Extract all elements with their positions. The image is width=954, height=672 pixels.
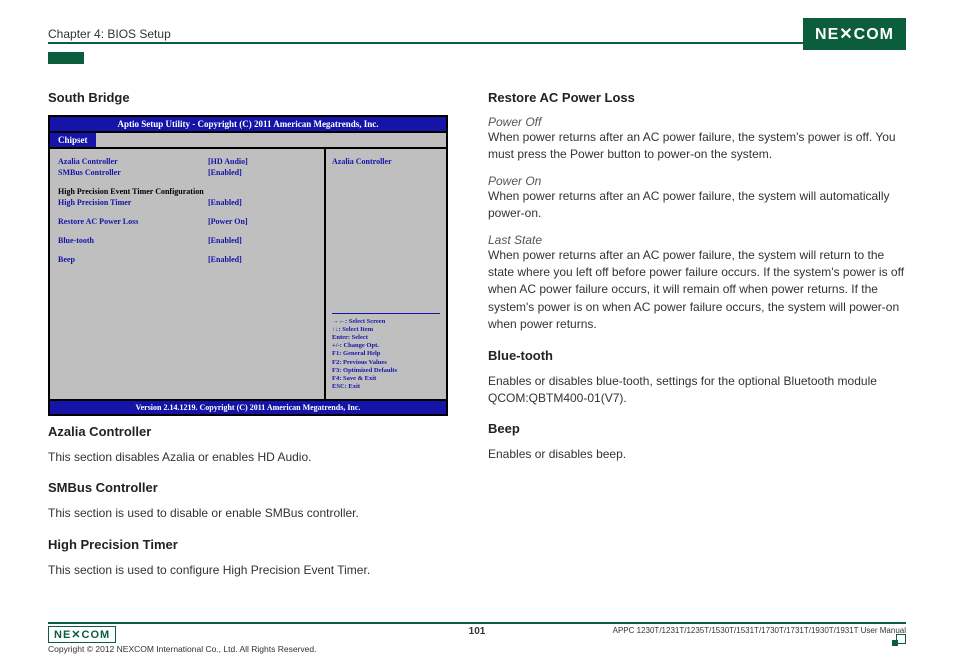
bios-row-label: Restore AC Power Loss: [58, 217, 208, 226]
chapter-title: Chapter 4: BIOS Setup: [48, 27, 171, 41]
bios-row-value: [Enabled]: [208, 168, 242, 177]
bios-settings-pane: Azalia Controller[HD Audio]SMBus Control…: [50, 149, 326, 399]
south-bridge-heading: South Bridge: [48, 90, 448, 105]
bios-help-line: →←: Select Screen: [332, 318, 440, 326]
bios-row: Azalia Controller[HD Audio]: [58, 157, 316, 166]
footer-logo: NE✕COM: [48, 626, 116, 643]
restore-subheading: Last State: [488, 233, 906, 247]
bios-row-value: [HD Audio]: [208, 157, 248, 166]
bios-row: High Precision Event Timer Configuration: [58, 187, 316, 196]
footer-copyright: Copyright © 2012 NEXCOM International Co…: [48, 644, 316, 654]
bios-row-value: [Enabled]: [208, 236, 242, 245]
bios-row-value: [Enabled]: [208, 255, 242, 264]
bios-tab-chipset: Chipset: [50, 133, 96, 147]
logo: NE✕COM: [803, 18, 906, 50]
bios-row: Beep[Enabled]: [58, 255, 316, 264]
bios-row-label: SMBus Controller: [58, 168, 208, 177]
beep-heading: Beep: [488, 421, 906, 436]
section-text: This section disables Azalia or enables …: [48, 449, 448, 466]
restore-subheading: Power On: [488, 174, 906, 188]
bios-row-label: Beep: [58, 255, 208, 264]
bios-help-keys: →←: Select Screen↑↓: Select ItemEnter: S…: [332, 313, 440, 391]
bios-row-value: [Enabled]: [208, 198, 242, 207]
bluetooth-heading: Blue-tooth: [488, 348, 906, 363]
bios-row-value: [Power On]: [208, 217, 248, 226]
section-text: This section is used to disable or enabl…: [48, 505, 448, 522]
page-number: 101: [469, 626, 486, 637]
bios-row-label: High Precision Timer: [58, 198, 208, 207]
green-tab: [48, 52, 84, 64]
bios-help-line: ESC: Exit: [332, 383, 440, 391]
bluetooth-text: Enables or disables blue-tooth, settings…: [488, 373, 906, 408]
restore-text: When power returns after an AC power fai…: [488, 247, 906, 334]
bios-row: High Precision Timer[Enabled]: [58, 198, 316, 207]
bios-help-pane: Azalia Controller →←: Select Screen↑↓: S…: [326, 149, 446, 399]
bios-title-bar: Aptio Setup Utility - Copyright (C) 2011…: [50, 117, 446, 133]
bios-help-line: +/-: Change Opt.: [332, 342, 440, 350]
restore-heading: Restore AC Power Loss: [488, 90, 906, 105]
bios-help-line: ↑↓: Select Item: [332, 326, 440, 334]
bios-row: Blue-tooth[Enabled]: [58, 236, 316, 245]
bios-version-footer: Version 2.14.1219. Copyright (C) 2011 Am…: [50, 399, 446, 414]
bios-help-line: F2: Previous Values: [332, 359, 440, 367]
bios-help-line: Enter: Select: [332, 334, 440, 342]
footer-rule: [48, 622, 906, 624]
footer-manual: APPC 1230T/1231T/1235T/1530T/1531T/1730T…: [485, 626, 906, 635]
header-rule: [48, 42, 906, 44]
section-heading: Azalia Controller: [48, 424, 448, 439]
section-text: This section is used to configure High P…: [48, 562, 448, 579]
bios-screenshot: Aptio Setup Utility - Copyright (C) 2011…: [48, 115, 448, 416]
bios-tabs: Chipset: [50, 133, 446, 149]
bios-row: SMBus Controller[Enabled]: [58, 168, 316, 177]
bios-help-line: F1: General Help: [332, 350, 440, 358]
beep-text: Enables or disables beep.: [488, 446, 906, 463]
restore-subheading: Power Off: [488, 115, 906, 129]
section-heading: SMBus Controller: [48, 480, 448, 495]
bios-row-label: High Precision Event Timer Configuration: [58, 187, 204, 196]
bios-row-label: Azalia Controller: [58, 157, 208, 166]
section-heading: High Precision Timer: [48, 537, 448, 552]
bios-side-title: Azalia Controller: [332, 157, 440, 166]
bios-row-label: Blue-tooth: [58, 236, 208, 245]
bios-help-line: F3: Optimized Defaults: [332, 367, 440, 375]
bios-help-line: F4: Save & Exit: [332, 375, 440, 383]
bios-row: Restore AC Power Loss[Power On]: [58, 217, 316, 226]
restore-text: When power returns after an AC power fai…: [488, 129, 906, 164]
restore-text: When power returns after an AC power fai…: [488, 188, 906, 223]
